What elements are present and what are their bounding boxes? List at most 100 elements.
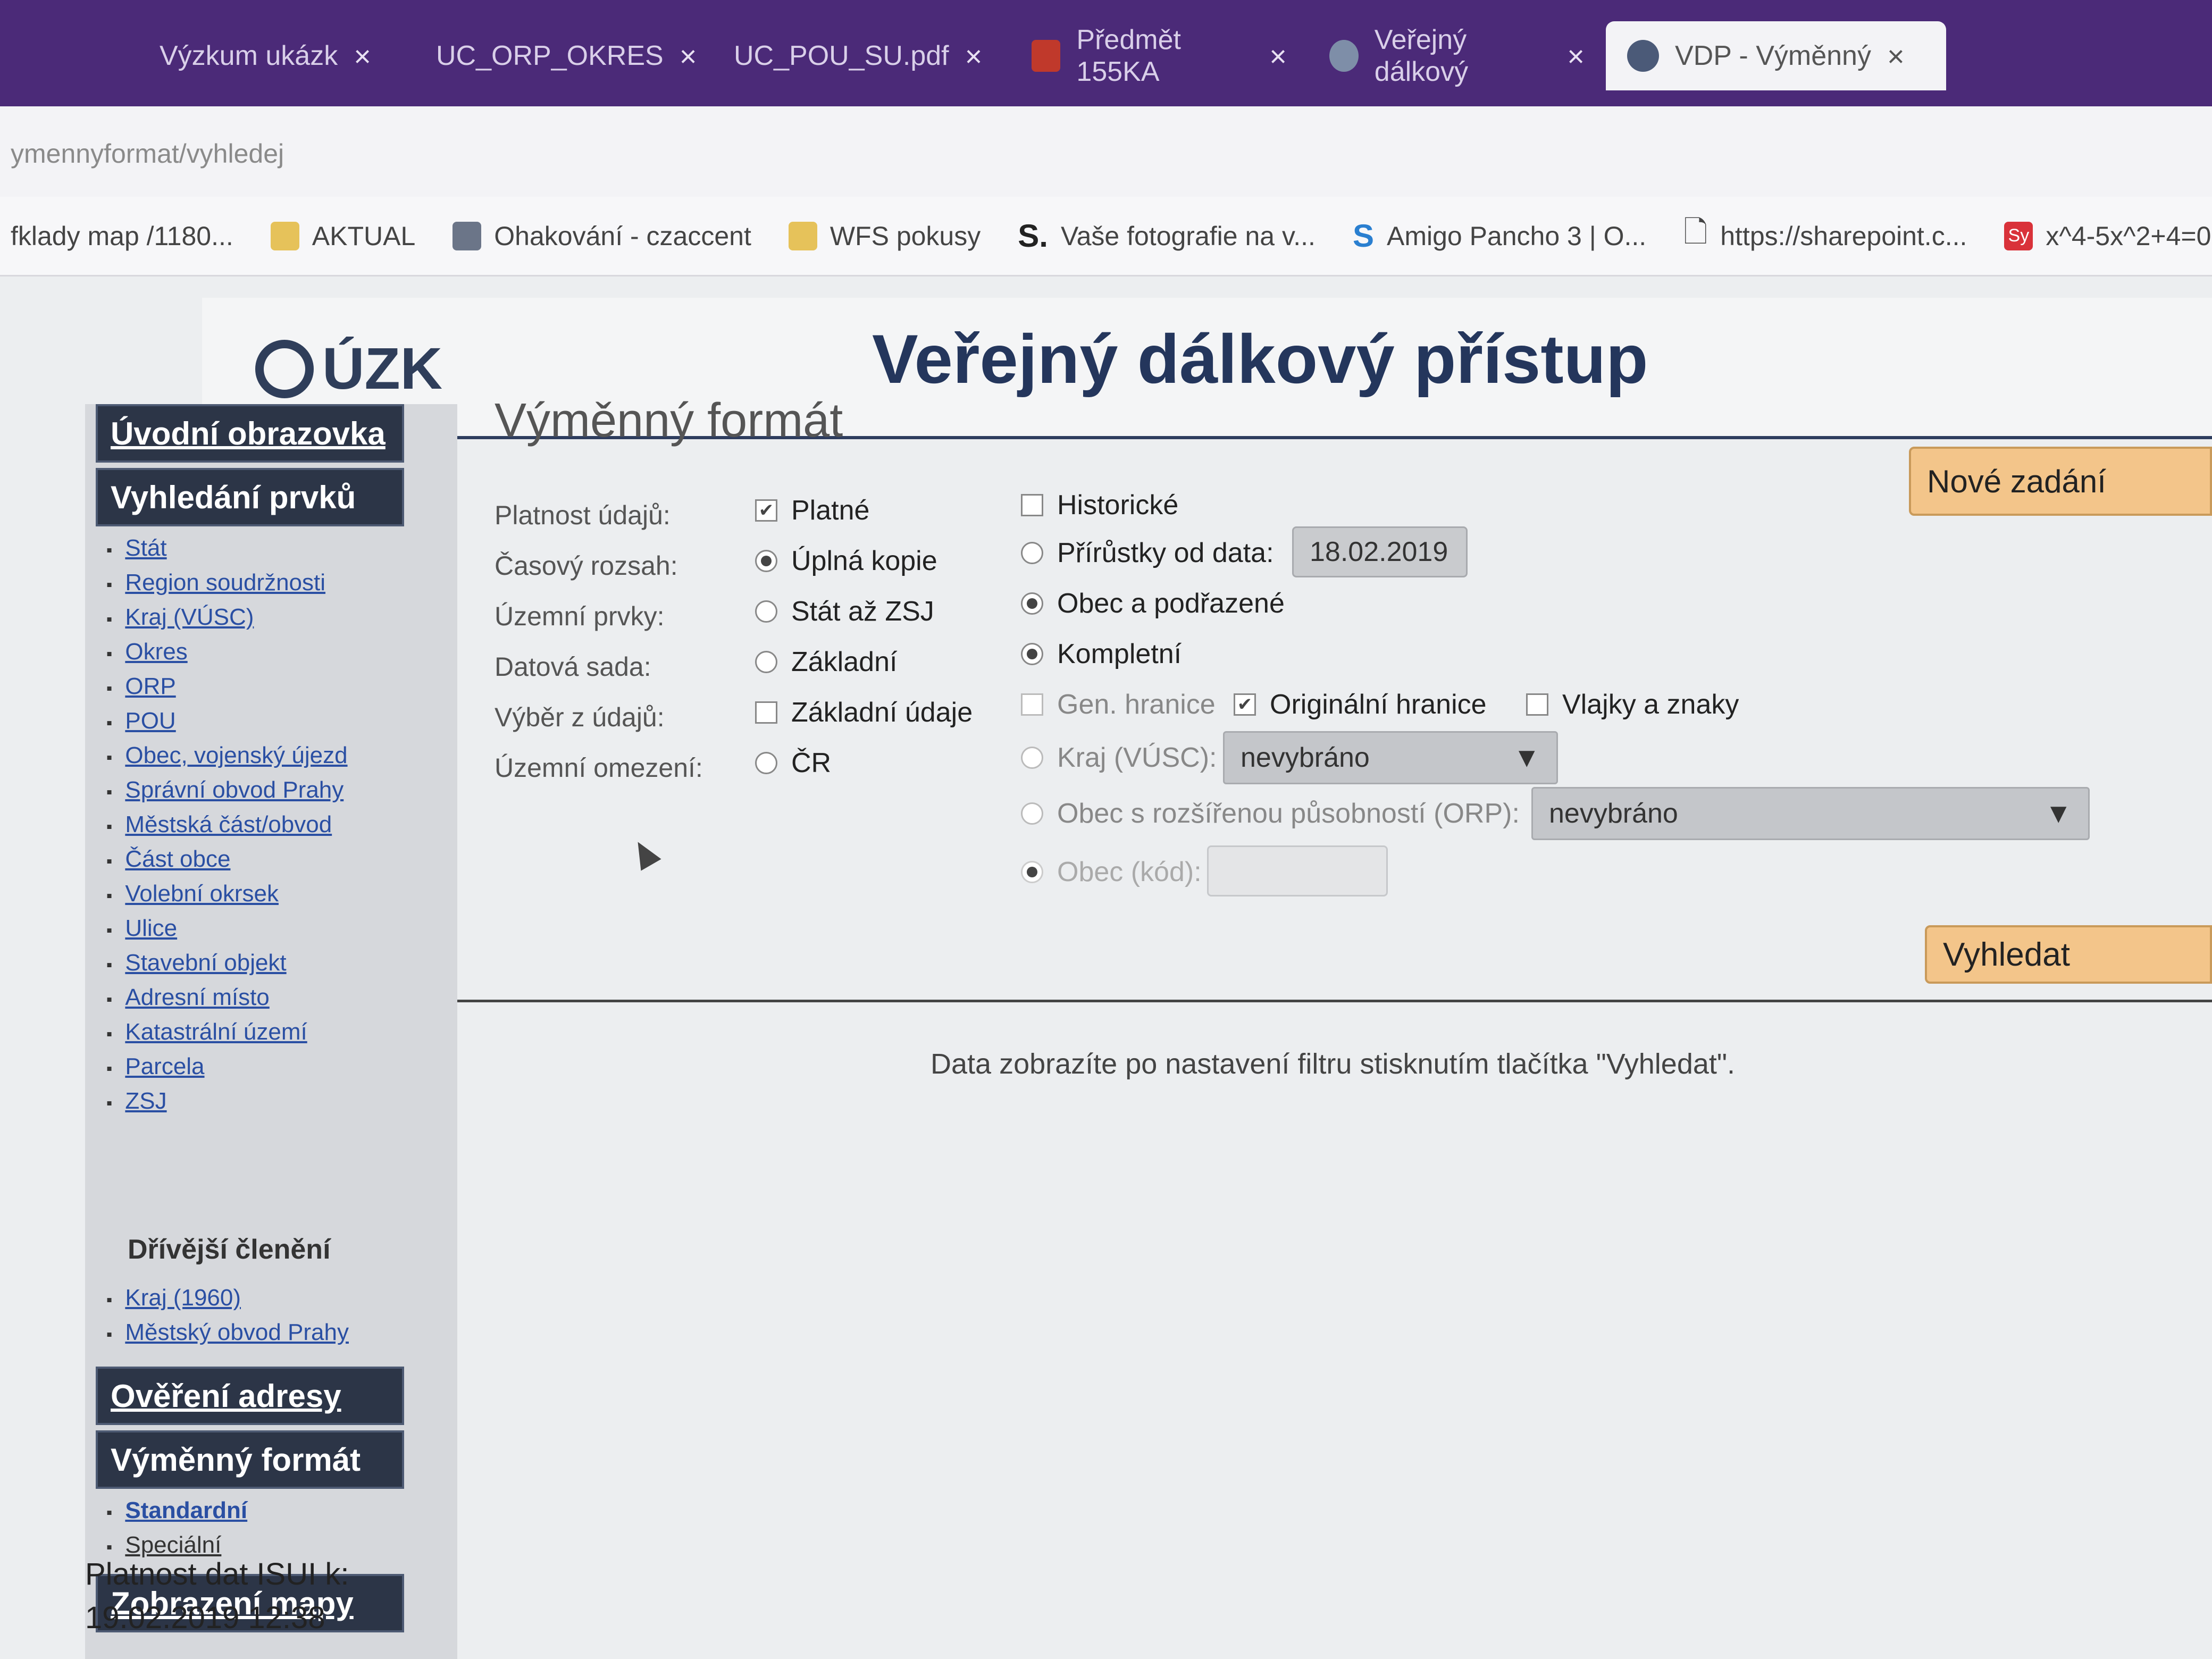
label-time-range: Časový rozsah: [495, 551, 678, 581]
close-icon[interactable]: × [1567, 39, 1585, 73]
s-icon: S. [1018, 218, 1048, 254]
region-select[interactable]: nevybráno ▼ [1223, 731, 1558, 784]
sidebar-item-adresni-misto[interactable]: Adresní místo [106, 981, 348, 1016]
bookmark[interactable]: 🗋 https://sharepoint.c... [1683, 211, 1967, 261]
sidebar-item-zsj[interactable]: ZSJ [106, 1085, 348, 1119]
bookmark-label: Ohakování - czaccent [494, 221, 751, 251]
orp-select[interactable]: nevybráno ▼ [1531, 787, 2090, 840]
former-division-heading: Dřívější členění [128, 1234, 331, 1265]
sidebar-item-parcela[interactable]: Parcela [106, 1050, 348, 1085]
divider [457, 1000, 2212, 1002]
sidebar-item-stat[interactable]: Stát [106, 532, 348, 566]
radio-selected[interactable] [1021, 643, 1043, 665]
radio-disabled[interactable] [1021, 802, 1043, 825]
browser-tab[interactable]: UC_ORP_OKRES × [415, 21, 713, 90]
close-icon[interactable]: × [965, 39, 983, 73]
bookmark[interactable]: fklady map /1180... [11, 221, 233, 252]
sidebar-item-obec[interactable]: Obec, vojenský újezd [106, 739, 347, 774]
bookmark[interactable]: S Amigo Pancho 3 | O... [1353, 217, 1646, 254]
radio-selected[interactable] [755, 550, 777, 572]
sidebar-item-mestsky-obvod[interactable]: Městský obvod Prahy [106, 1316, 349, 1351]
hint-text: Data zobrazíte po nastavení filtru stisk… [931, 1048, 1736, 1080]
cr-radio[interactable]: ČR [755, 747, 831, 779]
browser-tab[interactable]: UC_POU_SU.pdf × [713, 21, 1010, 90]
sidebar-item-orp[interactable]: ORP [106, 670, 348, 705]
sidebar-verify-address[interactable]: Ověření adresy [96, 1367, 404, 1425]
link-icon [453, 221, 482, 250]
basic-dataset-radio[interactable]: Základní [755, 646, 897, 678]
gen-borders-checkbox[interactable]: Gen. hranice [1021, 689, 1216, 720]
municipality-code-input[interactable] [1207, 845, 1388, 896]
close-icon[interactable]: × [1887, 39, 1905, 73]
checkbox[interactable] [755, 701, 777, 724]
historic-checkbox[interactable]: Historické [1021, 489, 1178, 521]
checkbox-checked[interactable]: ✔ [755, 499, 777, 522]
bookmark[interactable]: AKTUAL [270, 221, 415, 252]
url-text[interactable]: ymennyformat/vyhledej [11, 138, 284, 169]
increments-radio[interactable]: Přírůstky od data: [1021, 537, 1274, 569]
increments-date-field[interactable]: 18.02.2019 [1292, 526, 1468, 577]
tab-label: Výzkum ukázk [160, 40, 338, 71]
sidebar-intro-link[interactable]: Úvodní obrazovka [96, 404, 404, 463]
address-bar[interactable]: ymennyformat/vyhledej [0, 106, 2212, 197]
radio[interactable] [1021, 542, 1043, 564]
radio-disabled[interactable] [1021, 861, 1043, 883]
search-items-list: Stát Region soudržnosti Kraj (VÚSC) Okre… [106, 532, 348, 1119]
close-icon[interactable]: × [680, 39, 697, 73]
checkbox-checked[interactable]: ✔ [1234, 693, 1256, 716]
bookmark[interactable]: Ohakování - czaccent [453, 221, 751, 252]
sidebar-item-ulice[interactable]: Ulice [106, 912, 348, 946]
bookmark[interactable]: Sy x^4-5x^2+4=0 - E... [2004, 221, 2212, 252]
label-limit: Územní omezení: [495, 753, 703, 783]
close-icon[interactable]: × [1269, 39, 1287, 73]
checkbox[interactable] [1021, 494, 1043, 516]
sidebar-item-pou[interactable]: POU [106, 705, 348, 739]
radio[interactable] [755, 600, 777, 623]
radio-selected[interactable] [1021, 592, 1043, 615]
sidebar-item-cast-obce[interactable]: Část obce [106, 843, 348, 877]
region-radio[interactable]: Kraj (VÚSC): [1021, 742, 1217, 774]
new-query-button[interactable]: Nové zadání [1909, 447, 2212, 516]
radio[interactable] [755, 752, 777, 774]
full-copy-radio[interactable]: Úplná kopie [755, 545, 937, 577]
sidebar-item-katastralni-uzemi[interactable]: Katastrální území [106, 1016, 348, 1050]
search-button[interactable]: Vyhledat [1925, 925, 2212, 984]
sidebar-search-heading[interactable]: Vyhledání prvků [96, 468, 404, 526]
tab-label: UC_POU_SU.pdf [734, 40, 949, 71]
valid-checkbox[interactable]: ✔ Platné [755, 495, 869, 526]
page-icon: 🗋 [1683, 215, 1708, 248]
browser-tab[interactable]: Předmět 155KA × [1010, 21, 1308, 90]
complete-dataset-radio[interactable]: Kompletní [1021, 638, 1182, 670]
sidebar-item-region[interactable]: Region soudržnosti [106, 566, 348, 601]
sidebar-item-standard[interactable]: Standardní [106, 1494, 247, 1529]
sidebar-item-okres[interactable]: Okres [106, 635, 348, 670]
sidebar-item-kraj-1960[interactable]: Kraj (1960) [106, 1281, 349, 1316]
orig-borders-checkbox[interactable]: ✔ Originální hranice [1234, 689, 1487, 720]
sidebar-item-kraj[interactable]: Kraj (VÚSC) [106, 601, 348, 635]
state-zsj-radio[interactable]: Stát až ZSJ [755, 596, 934, 627]
sidebar-item-spravni-obvod[interactable]: Správní obvod Prahy [106, 774, 348, 808]
flags-checkbox[interactable]: Vlajky a znaky [1526, 689, 1739, 720]
isui-validity: Platnost dat ISUI k: 19.02.2019 12:38 [85, 1553, 349, 1640]
mouse-cursor-icon [627, 836, 661, 871]
browser-tab-active[interactable]: VDP - Výměnný × [1606, 21, 1946, 90]
sidebar-item-mestska-cast[interactable]: Městská část/obvod [106, 808, 348, 843]
browser-tab[interactable]: Veřejný dálkový × [1308, 21, 1606, 90]
sidebar-exchange-format[interactable]: Výměnný formát [96, 1430, 404, 1489]
municipality-radio[interactable]: Obec a podřazené [1021, 588, 1285, 619]
checkbox-disabled[interactable] [1021, 693, 1043, 716]
cuzk-icon [1627, 40, 1659, 72]
radio-disabled[interactable] [1021, 747, 1043, 769]
checkbox[interactable] [1526, 693, 1548, 716]
bookmark[interactable]: S. Vaše fotografie na v... [1018, 217, 1316, 254]
basic-data-checkbox[interactable]: Základní údaje [755, 697, 973, 728]
orp-radio[interactable]: Obec s rozšířenou působností (ORP): [1021, 798, 1520, 830]
municipality-code-radio[interactable]: Obec (kód): [1021, 856, 1202, 888]
bookmark[interactable]: WFS pokusy [788, 221, 981, 252]
cuzk-logo[interactable]: ÚZK [255, 335, 442, 403]
sidebar-item-stavebni-objekt[interactable]: Stavební objekt [106, 946, 348, 981]
close-icon[interactable]: × [354, 39, 371, 73]
browser-tab[interactable]: Výzkum ukázk × [138, 21, 415, 90]
radio[interactable] [755, 651, 777, 673]
sidebar-item-volebni-okrsek[interactable]: Volební okrsek [106, 877, 348, 912]
